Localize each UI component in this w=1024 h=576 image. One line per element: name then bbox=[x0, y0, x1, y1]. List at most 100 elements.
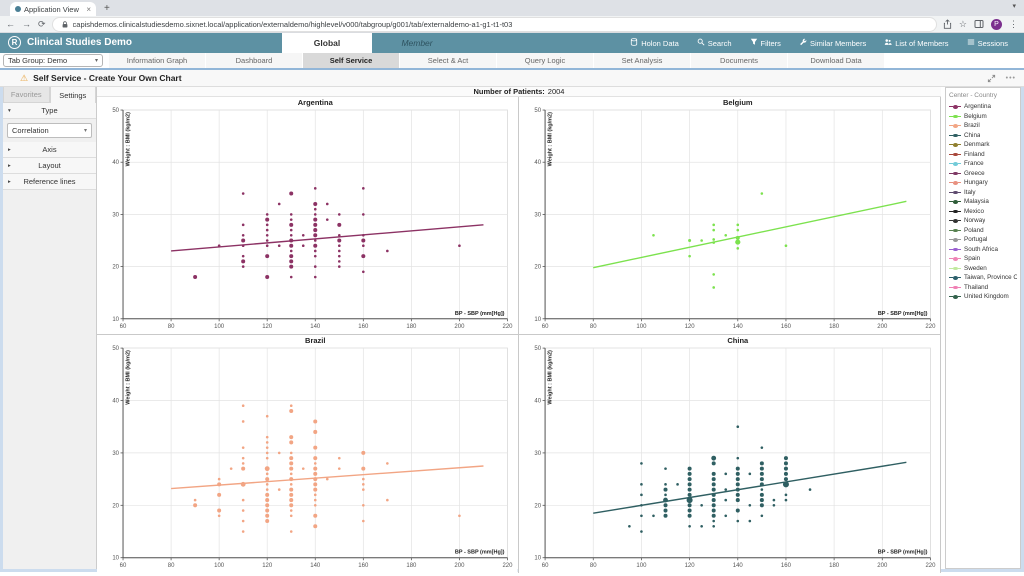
legend-item[interactable]: Hungary bbox=[949, 178, 1017, 188]
menu-item-holon-data[interactable]: Holon Data bbox=[630, 38, 679, 48]
svg-text:200: 200 bbox=[877, 563, 888, 569]
legend-item[interactable]: South Africa bbox=[949, 245, 1017, 255]
legend-label: France bbox=[964, 160, 984, 167]
legend-item[interactable]: Thailand bbox=[949, 283, 1017, 293]
legend-item[interactable]: Greece bbox=[949, 169, 1017, 179]
refresh-icon[interactable]: ⟳ bbox=[38, 19, 46, 30]
legend-label: Poland bbox=[964, 227, 984, 234]
panel-actions: ••• bbox=[987, 74, 1016, 83]
legend-item[interactable]: Norway bbox=[949, 216, 1017, 226]
legend-marker-icon bbox=[949, 181, 961, 185]
legend-marker-icon bbox=[949, 153, 961, 157]
chart-belgium[interactable]: Belgium608010012014016018020022010203040… bbox=[519, 97, 941, 335]
tab-global[interactable]: Global bbox=[282, 33, 372, 53]
subnav-tab-select-act[interactable]: Select & Act bbox=[400, 53, 497, 68]
subnav-tab-dashboard[interactable]: Dashboard bbox=[206, 53, 303, 68]
people-icon bbox=[884, 38, 892, 48]
sidebar-section-type[interactable]: ▾Type bbox=[3, 103, 96, 119]
menu-item-label: Sessions bbox=[978, 39, 1008, 48]
forward-icon[interactable]: → bbox=[22, 19, 31, 29]
chart-type-select[interactable]: Correlation▾ bbox=[7, 123, 92, 138]
panel-title: Self Service - Create Your Own Chart bbox=[33, 73, 181, 83]
browser-actions: ☆ P ⋮ bbox=[943, 19, 1018, 30]
sidebar-tabs: FavoritesSettings bbox=[3, 87, 96, 103]
chevron-down-icon: ▾ bbox=[84, 127, 87, 134]
share-icon[interactable] bbox=[943, 19, 952, 29]
browser-menu-icon[interactable]: ⋮ bbox=[1009, 19, 1018, 30]
legend-marker-icon bbox=[949, 162, 961, 166]
subnav-tab-query-logic[interactable]: Query Logic bbox=[497, 53, 594, 68]
sidebar-section-axis[interactable]: ▸Axis bbox=[3, 142, 96, 158]
menu-item-filters[interactable]: Filters bbox=[750, 38, 781, 48]
legend-item[interactable]: China bbox=[949, 131, 1017, 141]
chart-argentina[interactable]: Argentina6080100120140160180200220102030… bbox=[97, 97, 519, 335]
chart-china[interactable]: China60801001201401601802002201020304050… bbox=[519, 335, 941, 573]
legend-item[interactable]: Belgium bbox=[949, 112, 1017, 122]
subnav-tab-information-graph[interactable]: Information Graph bbox=[109, 53, 206, 68]
new-tab-button[interactable]: + bbox=[104, 2, 110, 16]
svg-text:200: 200 bbox=[877, 324, 888, 330]
svg-text:10: 10 bbox=[112, 556, 119, 562]
legend-item[interactable]: Malaysia bbox=[949, 197, 1017, 207]
legend-item[interactable]: Spain bbox=[949, 254, 1017, 264]
svg-text:120: 120 bbox=[262, 563, 273, 569]
panel-menu-icon[interactable]: ••• bbox=[1006, 75, 1016, 82]
search-icon bbox=[697, 38, 705, 48]
legend-item[interactable]: Denmark bbox=[949, 140, 1017, 150]
legend-item[interactable]: Portugal bbox=[949, 235, 1017, 245]
legend-item[interactable]: United Kingdom bbox=[949, 292, 1017, 302]
browser-tab-title: Application View bbox=[24, 5, 83, 14]
bookmark-star-icon[interactable]: ☆ bbox=[959, 19, 967, 30]
legend-item[interactable]: France bbox=[949, 159, 1017, 169]
legend-item[interactable]: Finland bbox=[949, 150, 1017, 160]
subnav-tab-documents[interactable]: Documents bbox=[691, 53, 788, 68]
tab-close-icon[interactable]: × bbox=[86, 5, 91, 14]
expand-icon[interactable] bbox=[987, 74, 996, 83]
browser-tab[interactable]: Application View × bbox=[10, 2, 96, 16]
window-chevron-icon[interactable]: ▾ bbox=[1012, 2, 1016, 10]
legend-item[interactable]: Brazil bbox=[949, 121, 1017, 131]
svg-text:180: 180 bbox=[406, 563, 417, 569]
legend-item[interactable]: Poland bbox=[949, 226, 1017, 236]
svg-text:220: 220 bbox=[925, 563, 936, 569]
avatar[interactable]: P bbox=[991, 19, 1002, 30]
browser-tab-strip: Application View × + ▾ bbox=[0, 0, 1024, 16]
url-text: capishdemos.clinicalstudiesdemo.sixnet.l… bbox=[73, 20, 513, 29]
legend-marker-icon bbox=[949, 295, 961, 299]
database-icon bbox=[630, 38, 638, 48]
sidebar-tab-favorites[interactable]: Favorites bbox=[3, 87, 50, 103]
svg-text:120: 120 bbox=[684, 324, 695, 330]
back-icon[interactable]: ← bbox=[6, 19, 15, 29]
svg-text:80: 80 bbox=[168, 563, 175, 569]
tab-member[interactable]: Member bbox=[372, 33, 462, 53]
svg-text:180: 180 bbox=[829, 563, 840, 569]
menu-item-sessions[interactable]: Sessions bbox=[967, 38, 1008, 48]
menu-item-list-of-members[interactable]: List of Members bbox=[884, 38, 948, 48]
legend-title: Center - Country bbox=[949, 92, 1017, 99]
subnav-tab-self-service[interactable]: Self Service bbox=[303, 53, 400, 68]
menu-item-similar-members[interactable]: Similar Members bbox=[799, 38, 866, 48]
svg-text:160: 160 bbox=[358, 324, 369, 330]
tab-group-select[interactable]: Tab Group: Demo ▾ bbox=[3, 54, 103, 67]
svg-text:Weight : BMI (kg/m2): Weight : BMI (kg/m2) bbox=[547, 112, 553, 166]
legend-label: Mexico bbox=[964, 208, 984, 215]
menu-item-search[interactable]: Search bbox=[697, 38, 732, 48]
sidebar-tab-settings[interactable]: Settings bbox=[50, 87, 97, 103]
legend-item[interactable]: Taiwan, Province Of China bbox=[949, 273, 1017, 283]
subnav-tab-set-analysis[interactable]: Set Analysis bbox=[594, 53, 691, 68]
sidebar-section-layout[interactable]: ▸Layout bbox=[3, 158, 96, 174]
subnav-tab-download-data[interactable]: Download Data bbox=[788, 53, 885, 68]
sidebar-section-reference-lines[interactable]: ▸Reference lines bbox=[3, 174, 96, 190]
legend-label: Norway bbox=[964, 217, 985, 224]
legend-marker-icon bbox=[949, 276, 961, 280]
svg-text:80: 80 bbox=[168, 324, 175, 330]
legend-item[interactable]: Argentina bbox=[949, 102, 1017, 112]
legend-item[interactable]: Italy bbox=[949, 188, 1017, 198]
svg-text:20: 20 bbox=[534, 265, 541, 271]
side-panel-icon[interactable] bbox=[974, 19, 984, 29]
favicon bbox=[15, 6, 21, 12]
legend-item[interactable]: Mexico bbox=[949, 207, 1017, 217]
chart-brazil[interactable]: Brazil6080100120140160180200220102030405… bbox=[97, 335, 519, 573]
legend-item[interactable]: Sweden bbox=[949, 264, 1017, 274]
url-field[interactable]: capishdemos.clinicalstudiesdemo.sixnet.l… bbox=[53, 18, 936, 31]
